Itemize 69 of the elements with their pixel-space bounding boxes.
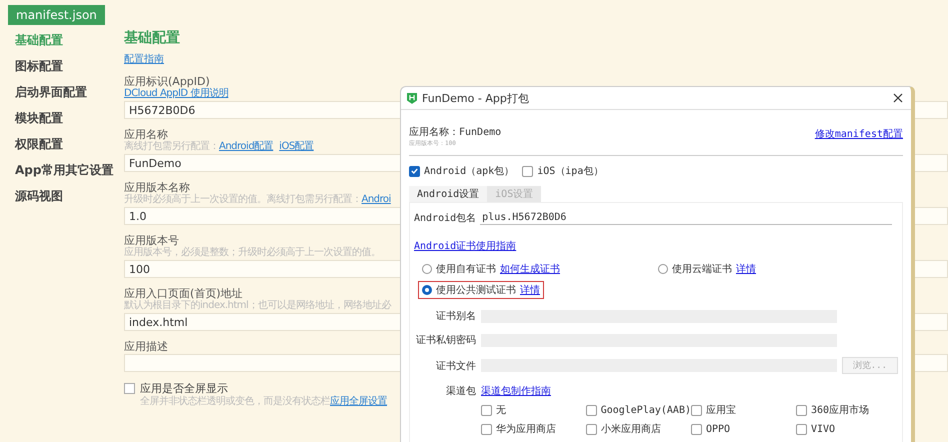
- checkbox[interactable]: [409, 166, 420, 176]
- sidebar-item[interactable]: 模块配置: [15, 109, 123, 127]
- input-field[interactable]: plus.H5672B0D6: [480, 212, 892, 224]
- hint-link[interactable]: 应用全屏设置: [330, 396, 387, 407]
- radio-label: 使用自有证书: [436, 262, 496, 276]
- hint-link[interactable]: DCloud AppID 使用说明: [124, 88, 228, 99]
- field-label: Android包名: [414, 212, 476, 225]
- hint-link[interactable]: Android配置: [219, 141, 274, 152]
- field-label: 应用版本号: [124, 234, 179, 247]
- field-label: 证书别名: [435, 310, 476, 323]
- hint-link[interactable]: iOS配置: [279, 141, 314, 152]
- radio-button[interactable]: [658, 264, 668, 274]
- checkbox-label: OPPO: [706, 424, 730, 434]
- sidebar-item[interactable]: 图标配置: [15, 57, 123, 75]
- radio-label: 使用云端证书: [672, 262, 732, 276]
- hint-text: 升级时必须高于上一次设置的值。离线打包需另行配置：Androi: [124, 194, 392, 206]
- checkbox-label: 应用宝: [706, 404, 736, 417]
- checkbox[interactable]: [796, 404, 807, 416]
- checkbox[interactable]: [522, 166, 534, 176]
- checkbox[interactable]: [691, 404, 702, 416]
- hint-link[interactable]: Androi: [362, 194, 391, 205]
- checkbox-label: 应用是否全屏显示: [140, 381, 228, 396]
- sidebar-item[interactable]: 源码视图: [15, 187, 123, 205]
- checkbox-label: 小米应用商店: [601, 422, 661, 436]
- checkbox-label: 无: [496, 404, 506, 417]
- checkbox[interactable]: [586, 424, 597, 434]
- checkbox[interactable]: [796, 424, 807, 434]
- radio-button[interactable]: [422, 285, 432, 295]
- field-label: 证书私钥密码: [415, 334, 476, 347]
- field-label: 应用名称: [124, 128, 168, 141]
- sidebar-item[interactable]: App常用其它设置: [15, 161, 123, 179]
- sidebar-item[interactable]: 权限配置: [15, 135, 123, 153]
- hint-text: 离线打包需另行配置：Android配置 iOS配置: [124, 141, 315, 153]
- close-button[interactable]: [891, 91, 905, 105]
- hint-text: 全屏并非状态栏透明或变色，而是没有状态栏应用全屏设置: [140, 396, 388, 408]
- guide-link[interactable]: 配置指南: [124, 54, 164, 66]
- detail-link[interactable]: 详情: [520, 283, 540, 297]
- app-name-text: 应用名称：FunDemo: [409, 127, 502, 139]
- manifest-link[interactable]: 修改manifest配置: [814, 127, 903, 141]
- sidebar-item[interactable]: 启动界面配置: [15, 83, 123, 101]
- checkbox-label: 华为应用商店: [496, 422, 556, 436]
- checkbox[interactable]: [481, 424, 492, 434]
- cert-guide-link[interactable]: Android证书使用指南: [414, 239, 516, 253]
- detail-link[interactable]: 如何生成证书: [500, 262, 560, 276]
- field-label: 应用入口页面(首页)地址: [124, 287, 243, 300]
- checkbox[interactable]: [586, 404, 597, 416]
- checkbox[interactable]: [691, 424, 702, 434]
- checkbox-label: 360应用市场: [811, 404, 870, 417]
- radio-button[interactable]: [422, 264, 432, 274]
- checkbox-label: VIVO: [811, 424, 836, 434]
- radio-label: 使用公共测试证书: [436, 284, 516, 297]
- field-label: 证书文件: [434, 360, 476, 372]
- checkbox[interactable]: [124, 383, 135, 394]
- window-title: FunDemo - App打包: [422, 90, 530, 106]
- field-label: 应用版本名称: [124, 181, 190, 194]
- section-title: 基础配置: [124, 29, 181, 47]
- checkbox-label: iOS（ipa包）: [537, 165, 604, 178]
- tab[interactable]: Android设置: [409, 186, 488, 202]
- channel-guide-link[interactable]: 渠道包制作指南: [481, 384, 551, 398]
- hint-text: 应用版本号，必须是整数；升级时必须高于上一次设置的值。: [124, 247, 380, 259]
- checkbox-label: GooglePlay(AAB): [600, 404, 691, 416]
- field-label: 渠道包: [445, 384, 476, 398]
- field-label: 应用描述: [124, 340, 168, 353]
- app-logo-icon: [407, 92, 417, 104]
- field-label: 应用标识(AppID): [124, 75, 210, 88]
- hint-text: 默认为根目录下的index.html；也可以是网络地址，网络地址必: [124, 300, 391, 312]
- detail-link[interactable]: 详情: [736, 262, 756, 276]
- checkbox[interactable]: [481, 404, 492, 416]
- checkbox-label: Android（apk包）: [424, 165, 514, 178]
